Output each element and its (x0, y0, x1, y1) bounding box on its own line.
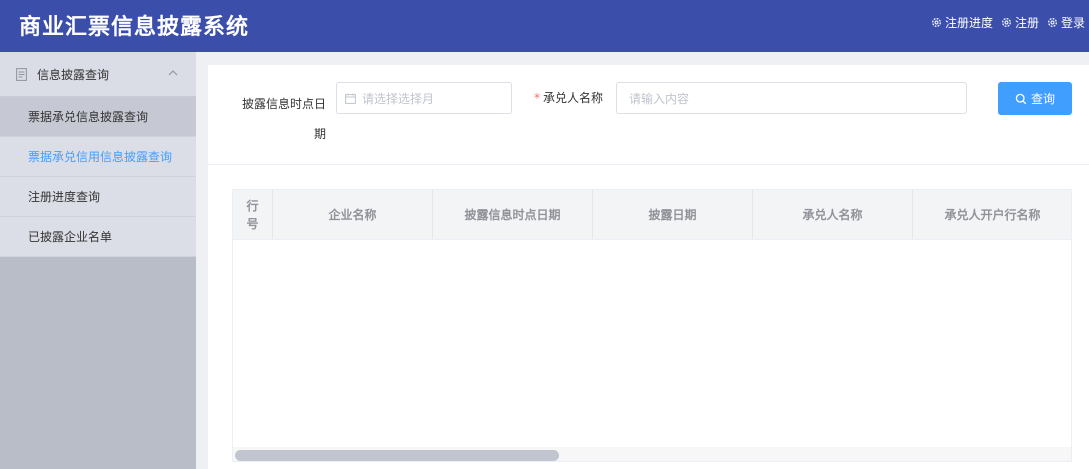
acceptor-name-label: * 承兑人名称 (534, 89, 603, 107)
column-header-acceptor-bank-name: 承兑人开户行名称 (913, 190, 1071, 239)
sidebar-item-label: 已披露企业名单 (28, 230, 113, 244)
date-label: 披露信息时点日 期 (238, 89, 326, 149)
date-placeholder: 请选择选择月 (362, 91, 435, 106)
column-header-disclosure-date: 披露日期 (593, 190, 753, 239)
index-header-line2: 号 (246, 216, 259, 231)
calendar-icon (345, 93, 356, 104)
sidebar-item-label: 票据承兑信用信息披露查询 (28, 150, 173, 164)
gear-icon (931, 18, 941, 27)
acceptor-name-label-text: 承兑人名称 (543, 91, 604, 105)
column-header-index: 行 号 (233, 190, 273, 239)
query-button[interactable]: 查询 (998, 82, 1072, 115)
register-link[interactable]: 注册 (1001, 14, 1039, 31)
date-label-line1: 披露信息时点日 (241, 97, 326, 111)
date-label-line2: 期 (313, 127, 326, 141)
sidebar-item-credit-disclosure[interactable]: 票据承兑信用信息披露查询 (0, 137, 196, 177)
register-progress-link[interactable]: 注册进度 (931, 14, 993, 31)
sidebar-group-label: 信息披露查询 (37, 67, 110, 82)
column-header-disclosure-point-date: 披露信息时点日期 (433, 190, 593, 239)
main-panel: 披露信息时点日 期 请选择选择月 * 承兑人名称 请输入内容 查询 行 号 企业名… (208, 65, 1089, 469)
column-header-acceptor-name: 承兑人名称 (753, 190, 913, 239)
horizontal-scrollbar[interactable] (233, 447, 1071, 461)
query-button-label: 查询 (1030, 92, 1055, 106)
sidebar-item-label: 票据承兑信息披露查询 (28, 110, 149, 124)
index-header-line1: 行 (246, 198, 259, 213)
column-header-company-name: 企业名称 (273, 190, 433, 239)
chevron-up-icon (168, 70, 178, 76)
app-header: 商业汇票信息披露系统 注册进度 注册 登录 (0, 0, 1089, 52)
acceptor-name-input[interactable]: 请输入内容 (616, 82, 967, 114)
app-title: 商业汇票信息披露系统 (19, 15, 250, 40)
gear-icon (1001, 18, 1011, 27)
sidebar-item-disclosed-companies[interactable]: 已披露企业名单 (0, 217, 196, 257)
disclosure-date-picker[interactable]: 请选择选择月 (336, 82, 512, 114)
results-table: 行 号 企业名称 披露信息时点日期 披露日期 承兑人名称 承兑人开户行名称 (232, 189, 1072, 462)
sidebar-item-acceptance-disclosure[interactable]: 票据承兑信息披露查询 (0, 97, 196, 137)
login-label: 登录 (1060, 16, 1085, 30)
gear-icon (1047, 18, 1057, 27)
sidebar: 信息披露查询 票据承兑信息披露查询 票据承兑信用信息披露查询 注册进度查询 已披… (0, 52, 196, 469)
sidebar-item-register-progress[interactable]: 注册进度查询 (0, 177, 196, 217)
sidebar-group-disclosure-query[interactable]: 信息披露查询 (0, 52, 196, 97)
header-links: 注册进度 注册 登录 (931, 14, 1085, 31)
register-progress-label: 注册进度 (944, 16, 993, 30)
sidebar-item-label: 注册进度查询 (28, 190, 101, 204)
search-icon (1015, 93, 1027, 104)
search-form: 披露信息时点日 期 请选择选择月 * 承兑人名称 请输入内容 查询 (208, 65, 1089, 165)
table-header: 行 号 企业名称 披露信息时点日期 披露日期 承兑人名称 承兑人开户行名称 (233, 190, 1071, 240)
login-link[interactable]: 登录 (1047, 14, 1085, 31)
register-label: 注册 (1014, 16, 1039, 30)
document-icon (16, 67, 27, 81)
table-body (233, 240, 1071, 448)
acceptor-name-placeholder: 请输入内容 (629, 91, 690, 106)
required-marker: * (534, 91, 540, 105)
scrollbar-thumb[interactable] (235, 450, 559, 461)
